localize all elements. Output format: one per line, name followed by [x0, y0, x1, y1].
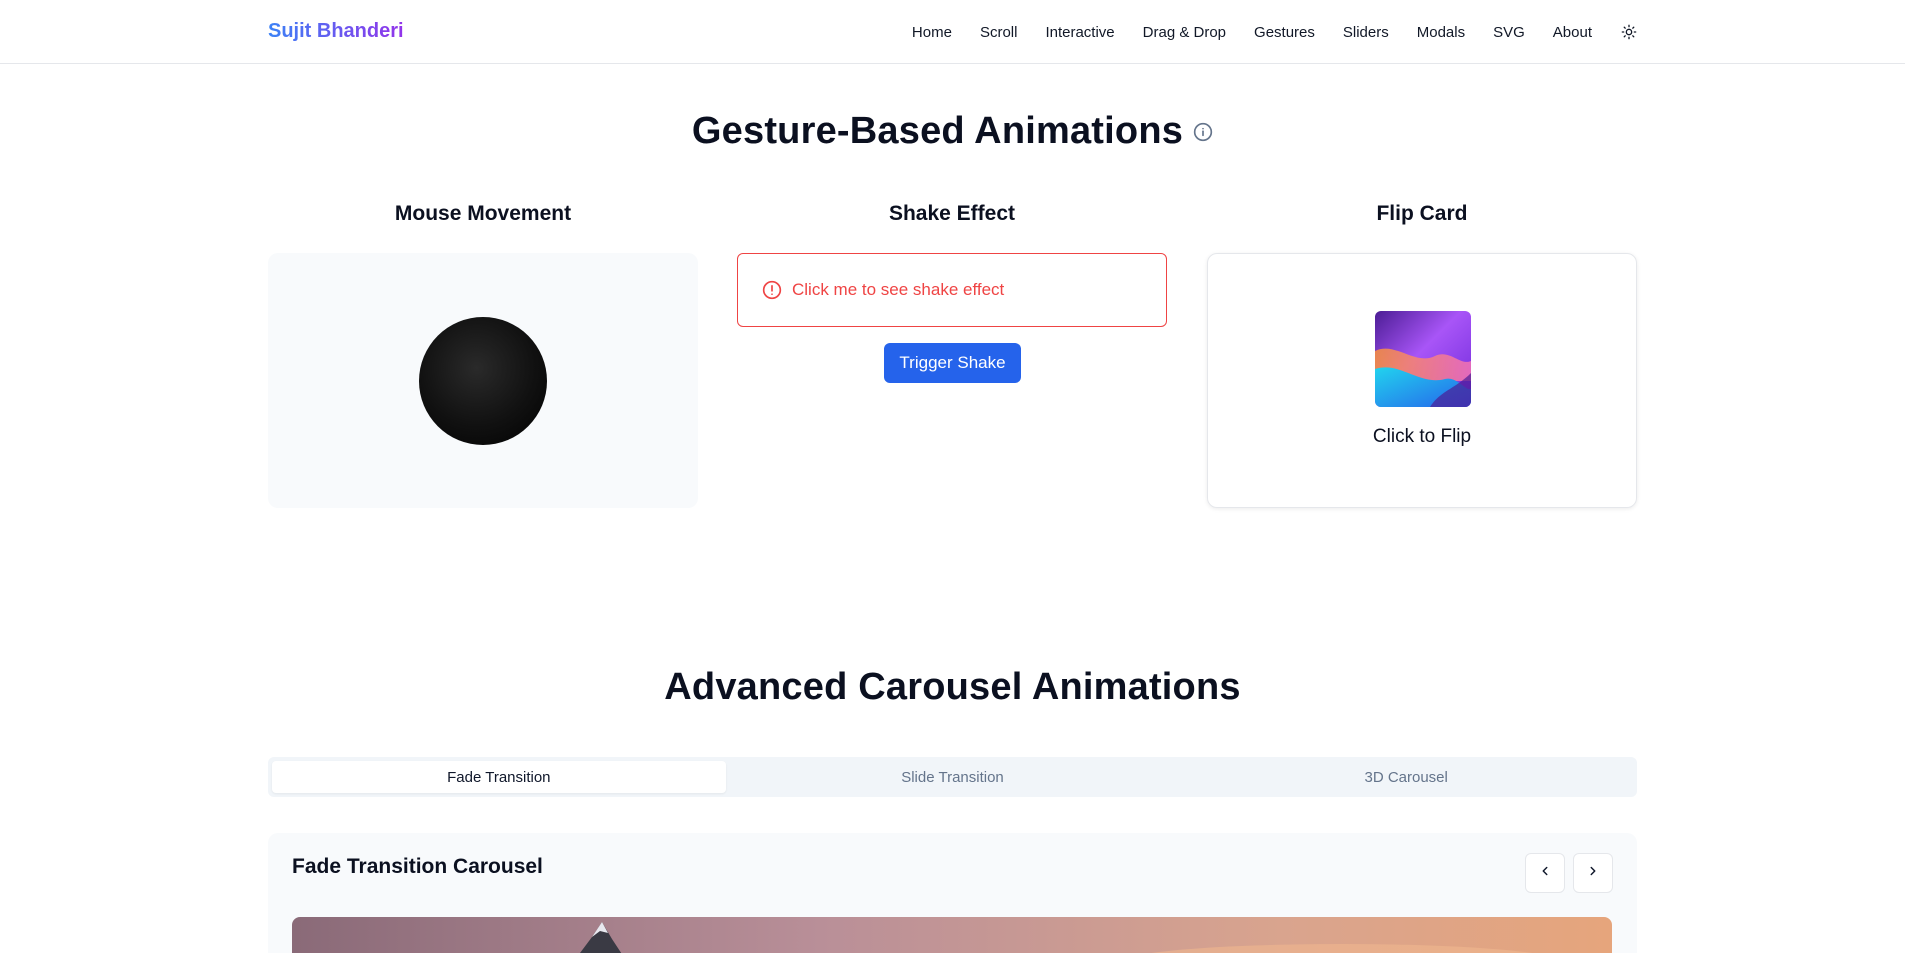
- nav-scroll[interactable]: Scroll: [980, 24, 1018, 41]
- mouse-follow-ball[interactable]: [419, 317, 547, 445]
- carousel-slide-image: [292, 917, 1612, 953]
- shake-effect-title: Shake Effect: [888, 202, 1016, 225]
- nav-drag-drop[interactable]: Drag & Drop: [1143, 24, 1226, 41]
- gestures-title: Gesture-Based Animations: [691, 110, 1184, 152]
- nav-interactive[interactable]: Interactive: [1045, 24, 1114, 41]
- mouse-movement-title: Mouse Movement: [394, 202, 572, 225]
- carousel-next-button[interactable]: [1573, 853, 1613, 893]
- mouse-movement-area[interactable]: [268, 253, 698, 508]
- carousel-tabs: Fade Transition Slide Transition 3D Caro…: [268, 757, 1637, 797]
- flip-card[interactable]: Click to Flip: [1207, 253, 1637, 508]
- tab-fade-transition[interactable]: Fade Transition: [272, 761, 726, 793]
- nav-gestures[interactable]: Gestures: [1254, 24, 1315, 41]
- chevron-right-icon: [1586, 864, 1600, 883]
- nav-svg[interactable]: SVG: [1493, 24, 1525, 41]
- top-navbar: Sujit Bhanderi Home Scroll Interactive D…: [0, 0, 1905, 64]
- nav-modals[interactable]: Modals: [1417, 24, 1465, 41]
- main-nav: Home Scroll Interactive Drag & Drop Gest…: [884, 0, 1638, 64]
- brand-logo-text[interactable]: Sujit Bhanderi: [268, 20, 404, 43]
- gestures-section-heading: Gesture-Based Animations: [0, 110, 1905, 153]
- carousel-title: Advanced Carousel Animations: [664, 666, 1241, 708]
- flip-card-image: [1375, 311, 1471, 407]
- carousel-prev-button[interactable]: [1525, 853, 1565, 893]
- sun-icon[interactable]: [1620, 23, 1638, 41]
- tab-slide-transition[interactable]: Slide Transition: [726, 761, 1180, 793]
- shake-message: Click me to see shake effect: [792, 280, 1005, 299]
- chevron-left-icon: [1538, 864, 1552, 883]
- flip-card-label: Click to Flip: [1372, 426, 1472, 447]
- fade-carousel-panel: Fade Transition Carousel: [268, 833, 1637, 953]
- flip-card-title: Flip Card: [1376, 202, 1468, 225]
- alert-circle-icon: [762, 280, 782, 300]
- tab-3d-carousel[interactable]: 3D Carousel: [1179, 761, 1633, 793]
- panel-title: Fade Transition Carousel: [292, 855, 543, 878]
- shake-alert-box[interactable]: Click me to see shake effect: [737, 253, 1167, 327]
- nav-home[interactable]: Home: [912, 24, 952, 41]
- info-icon[interactable]: [1193, 122, 1213, 142]
- nav-sliders[interactable]: Sliders: [1343, 24, 1389, 41]
- nav-about[interactable]: About: [1553, 24, 1592, 41]
- trigger-shake-button[interactable]: Trigger Shake: [884, 343, 1021, 383]
